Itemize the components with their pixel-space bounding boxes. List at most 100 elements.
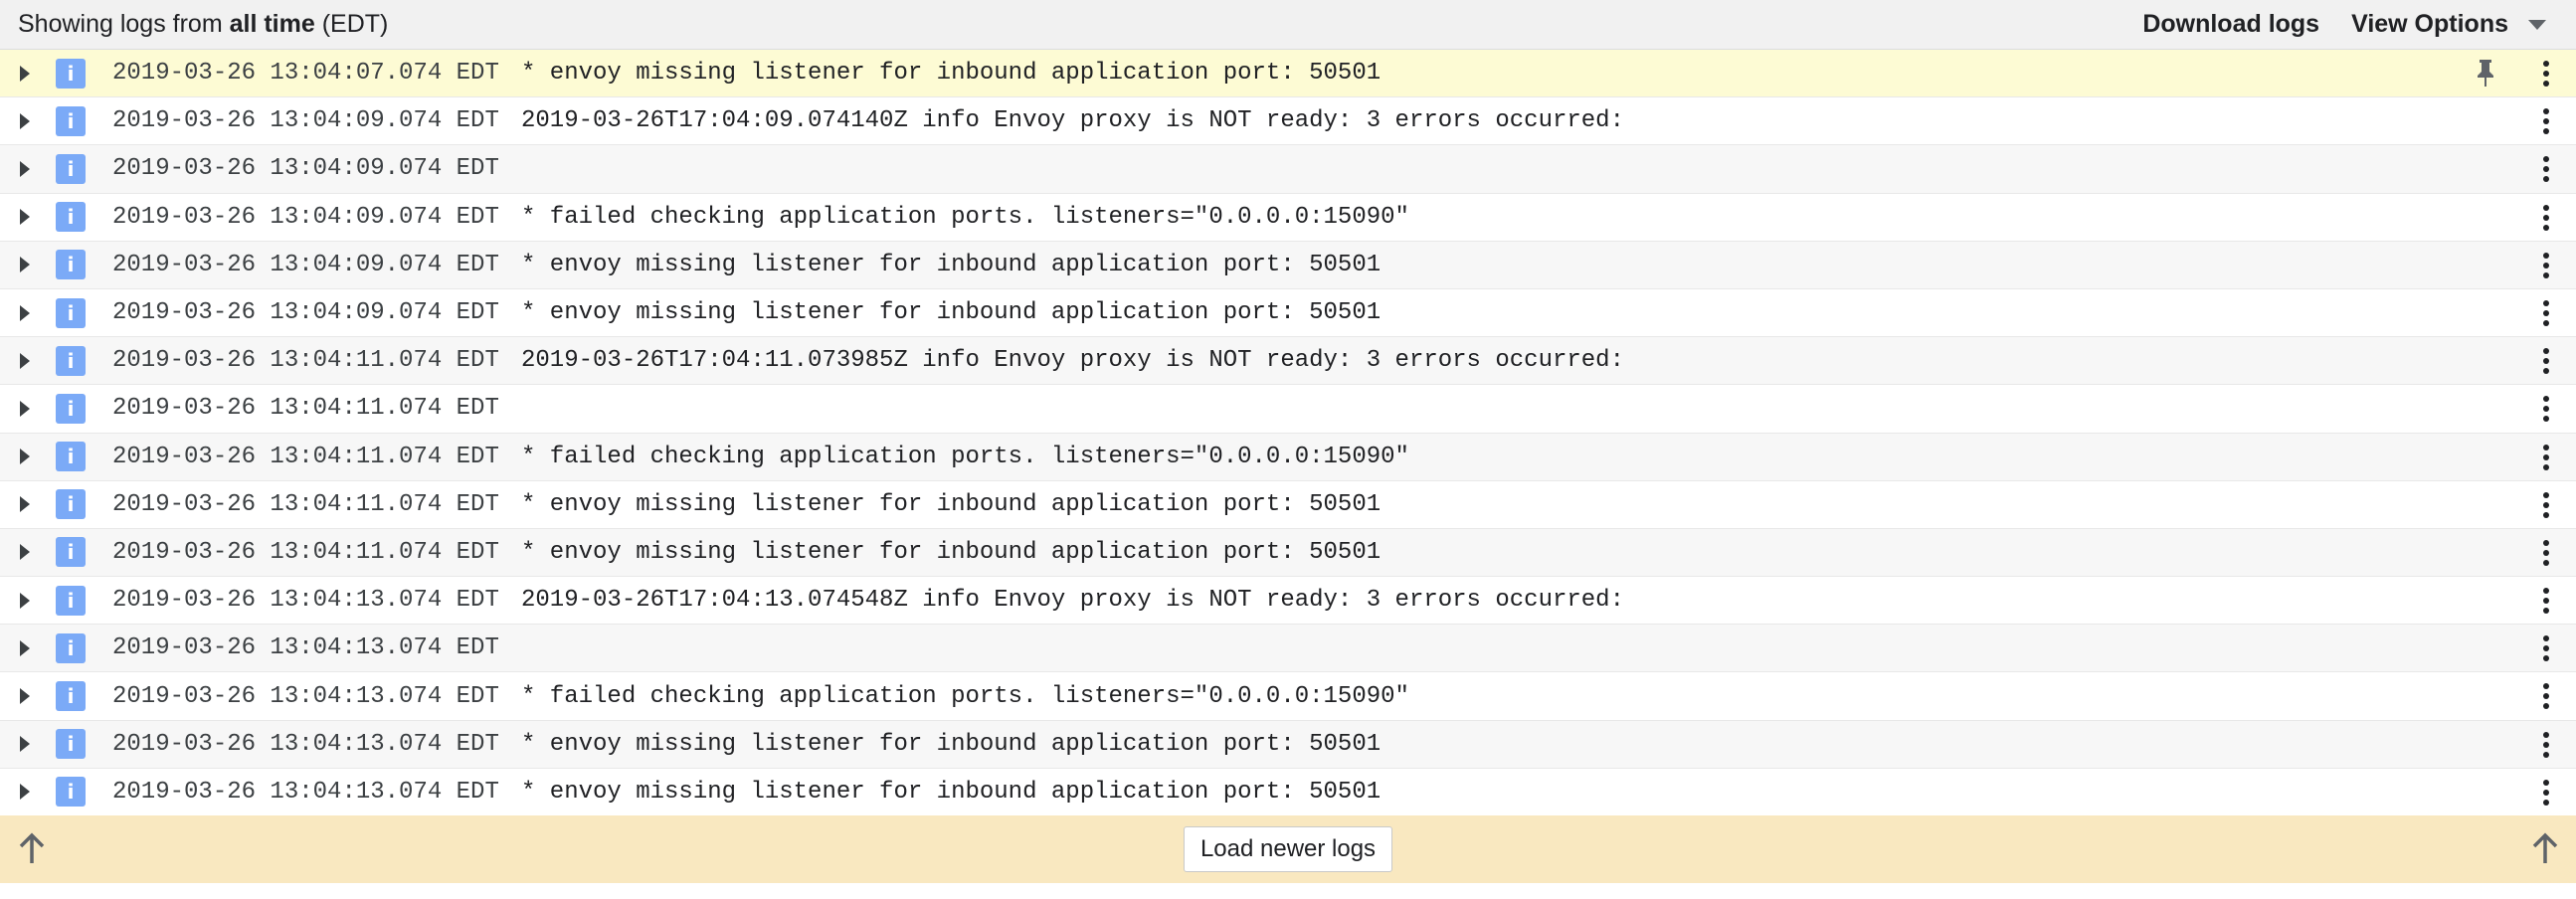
- log-timestamp: 2019-03-26 13:04:09.074 EDT: [112, 203, 499, 231]
- more-vert-icon[interactable]: [2534, 442, 2558, 473]
- more-vert-icon[interactable]: [2534, 250, 2558, 281]
- more-vert-dot: [2543, 224, 2549, 231]
- log-entry-row[interactable]: i 2019-03-26 13:04:09.074 EDT * failed che…: [0, 193, 2576, 242]
- more-vert-icon[interactable]: [2534, 680, 2558, 712]
- log-timestamp: 2019-03-26 13:04:11.074 EDT: [112, 347, 499, 375]
- more-vert-icon[interactable]: [2534, 585, 2558, 617]
- expand-arrow-icon[interactable]: [20, 304, 30, 321]
- scroll-to-top-icon[interactable]: [2531, 831, 2559, 865]
- more-vert-dot: [2543, 299, 2549, 306]
- more-vert-icon[interactable]: [2534, 202, 2558, 234]
- expand-arrow-icon[interactable]: [20, 639, 30, 656]
- log-entry-row[interactable]: i 2019-03-26 13:04:09.074 EDT 2019-03-26T1…: [0, 97, 2576, 146]
- expand-arrow-icon[interactable]: [20, 352, 30, 369]
- more-vert-icon[interactable]: [2534, 393, 2558, 425]
- log-message: * failed checking application ports. lis…: [521, 443, 1409, 470]
- log-message: 2019-03-26T17:04:13.074548Z info Envoy p…: [521, 587, 1624, 615]
- expand-arrow-icon[interactable]: [20, 257, 30, 273]
- log-message: * envoy missing listener for inbound app…: [521, 251, 1381, 278]
- expand-arrow-icon[interactable]: [20, 784, 30, 801]
- more-vert-icon[interactable]: [2534, 537, 2558, 569]
- expand-arrow-icon[interactable]: [20, 688, 30, 705]
- more-vert-dot: [2543, 176, 2549, 183]
- expand-arrow-icon[interactable]: [20, 736, 30, 753]
- info-severity-icon: i: [56, 777, 86, 808]
- info-severity-icon: i: [56, 442, 86, 472]
- info-severity-icon: i: [56, 393, 86, 424]
- download-logs-label: Download logs: [2142, 10, 2320, 38]
- log-entry-row[interactable]: i 2019-03-26 13:04:13.074 EDT: [0, 625, 2576, 673]
- more-vert-dot: [2543, 358, 2549, 365]
- log-list: i 2019-03-26 13:04:07.074 EDT * envoy miss…: [0, 50, 2576, 816]
- more-vert-icon[interactable]: [2534, 297, 2558, 329]
- expand-arrow-icon[interactable]: [20, 160, 30, 177]
- more-vert-icon[interactable]: [2534, 729, 2558, 761]
- log-entry-row[interactable]: i 2019-03-26 13:04:13.074 EDT * envoy miss…: [0, 720, 2576, 769]
- more-vert-dot: [2543, 463, 2549, 470]
- more-vert-dot: [2543, 635, 2549, 642]
- view-options-button[interactable]: View Options: [2351, 10, 2546, 39]
- expand-arrow-icon[interactable]: [20, 400, 30, 417]
- log-entry-row[interactable]: i 2019-03-26 13:04:13.074 EDT 2019-03-26T1…: [0, 577, 2576, 626]
- more-vert-dot: [2543, 683, 2549, 690]
- log-message: 2019-03-26T17:04:11.073985Z info Envoy p…: [521, 347, 1624, 375]
- log-entry-row[interactable]: i 2019-03-26 13:04:11.074 EDT 2019-03-26T1…: [0, 337, 2576, 386]
- log-entry-row[interactable]: i 2019-03-26 13:04:09.074 EDT * envoy miss…: [0, 241, 2576, 289]
- log-message: * envoy missing listener for inbound app…: [521, 60, 1381, 88]
- info-severity-icon: i: [56, 681, 86, 712]
- log-timestamp: 2019-03-26 13:04:11.074 EDT: [112, 395, 499, 423]
- log-timestamp: 2019-03-26 13:04:09.074 EDT: [112, 299, 499, 327]
- expand-arrow-icon[interactable]: [20, 544, 30, 561]
- log-entry-row[interactable]: i 2019-03-26 13:04:11.074 EDT: [0, 385, 2576, 434]
- more-vert-icon[interactable]: [2534, 489, 2558, 521]
- log-entry-row[interactable]: i 2019-03-26 13:04:09.074 EDT * envoy miss…: [0, 288, 2576, 338]
- more-vert-dot: [2543, 348, 2549, 355]
- log-timestamp: 2019-03-26 13:04:13.074 EDT: [112, 682, 499, 710]
- more-vert-icon[interactable]: [2534, 345, 2558, 377]
- more-vert-icon[interactable]: [2534, 153, 2558, 185]
- expand-arrow-icon[interactable]: [20, 65, 30, 82]
- expand-arrow-icon[interactable]: [20, 112, 30, 129]
- more-vert-dot: [2543, 453, 2549, 460]
- more-vert-dot: [2543, 588, 2549, 595]
- expand-arrow-icon[interactable]: [20, 496, 30, 513]
- range-value[interactable]: all time: [230, 10, 315, 38]
- expand-arrow-icon[interactable]: [20, 449, 30, 465]
- expand-arrow-icon[interactable]: [20, 592, 30, 609]
- expand-arrow-icon[interactable]: [20, 209, 30, 226]
- more-vert-icon[interactable]: [2534, 105, 2558, 137]
- info-severity-icon: i: [56, 489, 86, 520]
- log-entry-row[interactable]: i 2019-03-26 13:04:11.074 EDT * envoy miss…: [0, 480, 2576, 529]
- more-vert-icon[interactable]: [2534, 58, 2558, 90]
- chevron-down-icon: [2528, 19, 2546, 30]
- more-vert-icon[interactable]: [2534, 632, 2558, 664]
- more-vert-icon[interactable]: [2534, 777, 2558, 809]
- load-newer-logs-button[interactable]: Load newer logs: [1183, 826, 1393, 872]
- log-timestamp: 2019-03-26 13:04:13.074 EDT: [112, 730, 499, 758]
- more-vert-dot: [2543, 81, 2549, 87]
- log-entry-row[interactable]: i 2019-03-26 13:04:11.074 EDT * envoy miss…: [0, 528, 2576, 578]
- pin-icon[interactable]: [2473, 58, 2498, 88]
- more-vert-dot: [2543, 731, 2549, 738]
- log-timestamp: 2019-03-26 13:04:11.074 EDT: [112, 538, 499, 566]
- log-entry-row[interactable]: i 2019-03-26 13:04:13.074 EDT * failed che…: [0, 672, 2576, 721]
- log-entry-row[interactable]: i 2019-03-26 13:04:09.074 EDT: [0, 145, 2576, 194]
- scroll-to-top-icon[interactable]: [18, 831, 46, 865]
- log-entry-row[interactable]: i 2019-03-26 13:04:07.074 EDT * envoy miss…: [0, 50, 2576, 98]
- log-timestamp: 2019-03-26 13:04:11.074 EDT: [112, 443, 499, 470]
- more-vert-dot: [2543, 693, 2549, 700]
- more-vert-dot: [2543, 608, 2549, 615]
- more-vert-dot: [2543, 779, 2549, 786]
- more-vert-dot: [2543, 444, 2549, 450]
- info-severity-icon: i: [56, 105, 86, 136]
- log-message: 2019-03-26T17:04:09.074140Z info Envoy p…: [521, 107, 1624, 135]
- more-vert-dot: [2543, 789, 2549, 796]
- more-vert-dot: [2543, 741, 2549, 748]
- log-entry-row[interactable]: i 2019-03-26 13:04:11.074 EDT * failed che…: [0, 433, 2576, 481]
- log-entry-row[interactable]: i 2019-03-26 13:04:13.074 EDT * envoy miss…: [0, 768, 2576, 816]
- more-vert-dot: [2543, 309, 2549, 316]
- download-logs-button[interactable]: Download logs: [2142, 10, 2319, 39]
- log-timestamp: 2019-03-26 13:04:09.074 EDT: [112, 155, 499, 183]
- more-vert-dot: [2543, 368, 2549, 375]
- log-message: * failed checking application ports. lis…: [521, 682, 1409, 710]
